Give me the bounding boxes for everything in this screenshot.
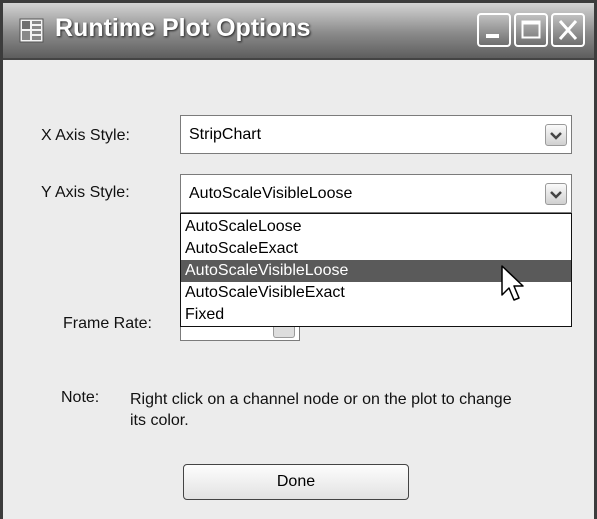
x-axis-dropdown-button[interactable] — [545, 124, 567, 146]
x-axis-style-combo[interactable]: StripChart — [180, 115, 572, 154]
y-axis-style-label: Y Axis Style: — [41, 184, 130, 201]
x-axis-style-label: X Axis Style: — [41, 127, 130, 144]
list-item[interactable]: Fixed — [181, 304, 571, 326]
runtime-plot-options-window: Runtime Plot Options X Axis Style: Strip… — [0, 0, 597, 519]
y-axis-style-value: AutoScaleVisibleLoose — [189, 185, 353, 202]
maximize-button[interactable] — [514, 13, 548, 47]
note-label: Note: — [61, 389, 100, 406]
title-bar[interactable]: Runtime Plot Options — [3, 3, 594, 60]
note-text: Right click on a channel node or on the … — [130, 391, 512, 429]
close-icon — [558, 20, 578, 40]
chevron-down-icon — [550, 132, 562, 140]
minimize-icon — [486, 34, 499, 38]
window-title: Runtime Plot Options — [55, 14, 311, 42]
close-button[interactable] — [551, 13, 585, 47]
y-axis-style-combo[interactable]: AutoScaleVisibleLoose — [180, 174, 572, 213]
frame-rate-label: Frame Rate: — [63, 315, 152, 332]
list-item[interactable]: AutoScaleLoose — [181, 216, 571, 238]
window-grid-icon — [19, 18, 44, 43]
done-button[interactable]: Done — [183, 464, 409, 500]
mouse-pointer-icon — [501, 265, 524, 301]
minimize-button[interactable] — [477, 13, 511, 47]
y-axis-dropdown-button[interactable] — [545, 183, 567, 205]
chevron-down-icon — [550, 191, 562, 199]
maximize-icon — [521, 20, 541, 39]
list-item[interactable]: AutoScaleExact — [181, 238, 571, 260]
x-axis-style-value: StripChart — [189, 126, 262, 143]
